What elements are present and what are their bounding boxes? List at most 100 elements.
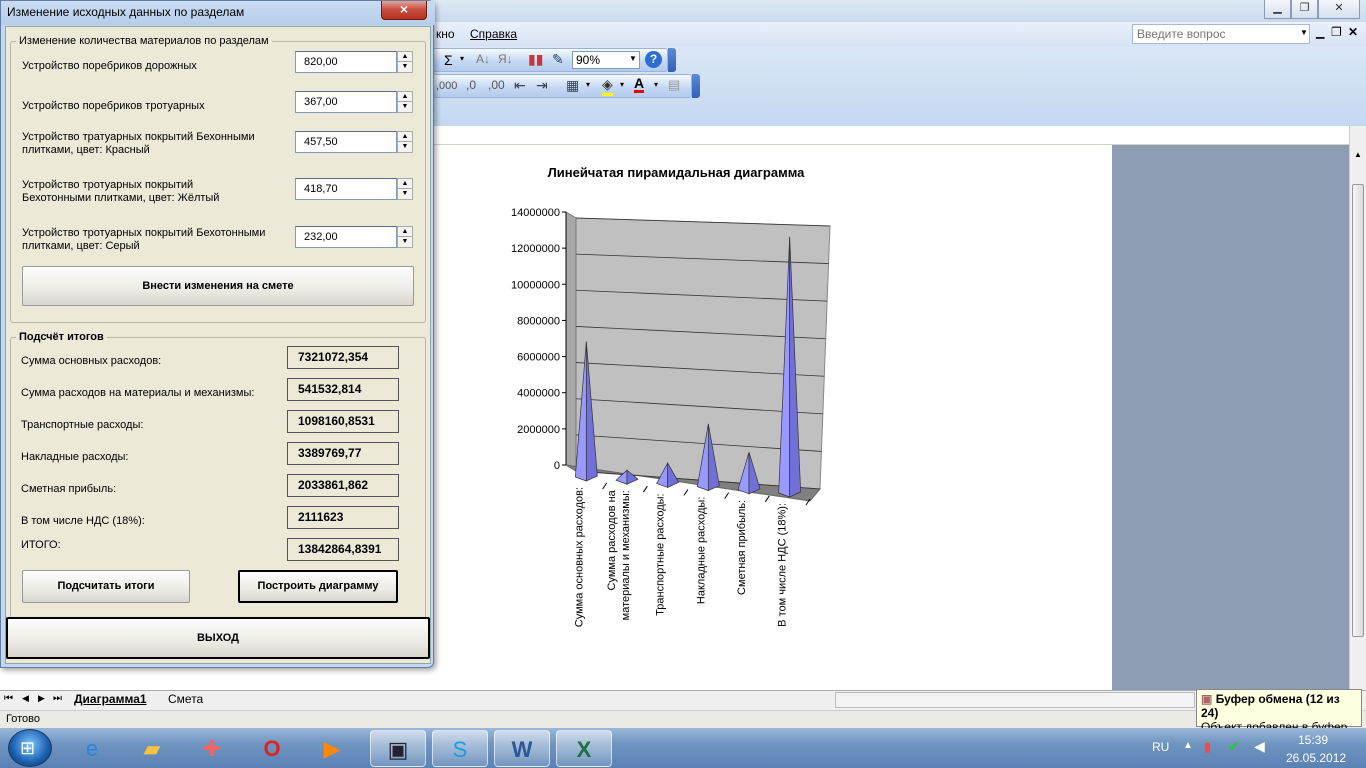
material-spinner[interactable]: ▲ ▼ [397, 226, 413, 248]
horizontal-scrollbar[interactable] [835, 692, 1195, 708]
drawing-icon[interactable]: ✎ [552, 51, 564, 68]
next-sheet-icon[interactable]: ▶ [38, 693, 45, 704]
material-input[interactable]: 457,50 [295, 131, 397, 153]
format-painter-icon[interactable]: ▤ [668, 77, 680, 93]
sort-asc-icon[interactable]: A↓ [476, 52, 490, 66]
clipboard-notification[interactable]: ▣ Буфер обмена (12 из 24) Объект добавле… [1196, 689, 1362, 734]
restore-icon[interactable]: ❐ [1291, 0, 1318, 19]
pyramid-chart: Линейчатая пирамидальная диаграмма 0 20000… [511, 165, 831, 627]
dialog-title: Изменение исходных данных по разделам [7, 5, 245, 19]
toolbar-grip-icon[interactable] [668, 48, 676, 72]
chevron-down-icon[interactable]: ▼ [1300, 28, 1308, 37]
scroll-up-icon[interactable]: ▲ [1354, 150, 1362, 159]
material-spinner[interactable]: ▲ ▼ [397, 131, 413, 153]
internet-explorer-icon[interactable]: e [64, 730, 120, 767]
apply-changes-button[interactable]: Внести изменения на смете [22, 266, 414, 306]
doc-restore-icon[interactable]: ❐ [1331, 25, 1342, 39]
spin-up-icon[interactable]: ▲ [398, 179, 412, 189]
windows-logo-icon: ⊞ [20, 738, 36, 758]
spin-up-icon[interactable]: ▲ [398, 132, 412, 142]
last-sheet-icon[interactable]: ⏭ [53, 693, 62, 704]
fill-color-icon[interactable]: ◈ [602, 76, 613, 96]
font-color-icon[interactable]: A [634, 76, 645, 93]
material-spinner[interactable]: ▲ ▼ [397, 178, 413, 200]
start-button[interactable]: ⊞ [8, 729, 52, 767]
skype-icon[interactable]: S [432, 730, 488, 767]
build-chart-button[interactable]: Построить диаграмму [238, 570, 398, 603]
x-category-label: В том числе НДС (18%): [777, 503, 789, 627]
spin-up-icon[interactable]: ▲ [398, 92, 412, 102]
excel-icon[interactable]: X [556, 730, 612, 767]
close-window-icon[interactable]: ✕ [1318, 0, 1360, 19]
ask-question-input[interactable]: Введите вопрос [1132, 24, 1310, 44]
material-input[interactable]: 367,00 [295, 91, 397, 113]
spin-down-icon[interactable]: ▼ [398, 237, 412, 247]
chevron-down-icon[interactable]: ▾ [620, 80, 624, 89]
material-spinner[interactable]: ▲ ▼ [397, 91, 413, 113]
minimize-icon[interactable]: ▁ [1264, 0, 1291, 19]
material-input[interactable]: 418,70 [295, 178, 397, 200]
doc-close-icon[interactable]: ✕ [1348, 25, 1358, 39]
calculate-totals-button[interactable]: Подсчитать итоги [22, 570, 190, 603]
tool-icon[interactable]: ✚ [184, 730, 240, 767]
spin-up-icon[interactable]: ▲ [398, 52, 412, 62]
materials-group-label: Изменение количества материалов по разде… [16, 35, 272, 47]
chevron-down-icon[interactable]: ▼ [629, 54, 637, 63]
menu-help[interactable]: Справка [470, 27, 517, 41]
toolbar-grip-icon[interactable] [692, 74, 700, 98]
doc-minimize-icon[interactable]: ▁ [1316, 26, 1324, 39]
first-sheet-icon[interactable]: ⏮ [4, 693, 13, 704]
vertical-scrollbar[interactable]: ▲ [1349, 126, 1366, 690]
opera-icon[interactable]: O [244, 730, 300, 767]
edit-data-dialog: Изменение исходных данных по разделам × … [0, 0, 435, 668]
chevron-down-icon[interactable]: ▾ [460, 54, 464, 63]
tab-smeta[interactable]: Смета [168, 692, 203, 706]
total-value: 7321072,354 [287, 346, 399, 369]
borders-icon[interactable]: ▦ [566, 77, 579, 94]
total-label: Накладные расходы: [21, 451, 129, 463]
material-label: Устройство поребриков тротуарных [22, 100, 205, 112]
chart-wizard-icon[interactable]: ▮▮ [528, 51, 543, 68]
network-icon[interactable]: ▮ [1204, 739, 1211, 755]
save-icon[interactable]: ▣ [370, 730, 426, 767]
chevron-down-icon[interactable]: ▾ [654, 80, 658, 89]
folder-icon[interactable]: ▰ [124, 730, 180, 767]
language-indicator[interactable]: RU [1152, 740, 1169, 754]
scroll-thumb[interactable] [1352, 184, 1364, 637]
tray-arrow-icon[interactable]: ▲ [1183, 740, 1193, 751]
spin-down-icon[interactable]: ▼ [398, 62, 412, 72]
spin-up-icon[interactable]: ▲ [398, 227, 412, 237]
thousands-icon[interactable]: ,000 [436, 80, 457, 92]
spin-down-icon[interactable]: ▼ [398, 142, 412, 152]
close-icon[interactable]: × [381, 1, 427, 20]
material-spinner[interactable]: ▲ ▼ [397, 51, 413, 73]
x-category-label: Накладные расходы: [695, 497, 707, 604]
y-tick-label: 10000000 [511, 279, 560, 291]
update-icon[interactable]: ✔ [1228, 738, 1240, 755]
media-player-icon[interactable]: ▶ [304, 730, 360, 767]
menu-window[interactable]: кно [436, 27, 455, 41]
word-icon[interactable]: W [494, 730, 550, 767]
tab-diagram1[interactable]: Диаграмма1 [74, 692, 147, 706]
x-category-label-line: материалы и механизмы: [620, 490, 632, 620]
decrease-indent-icon[interactable]: ⇤ [514, 77, 526, 94]
spin-down-icon[interactable]: ▼ [398, 189, 412, 199]
clock-time[interactable]: 15:39 [1298, 733, 1328, 747]
increase-decimal-icon[interactable]: ,00 [488, 78, 505, 92]
clock-date[interactable]: 26.05.2012 [1286, 751, 1346, 765]
sort-desc-icon[interactable]: Я↓ [498, 52, 513, 66]
total-label: Сумма основных расходов: [21, 355, 162, 367]
material-input[interactable]: 820,00 [295, 51, 397, 73]
total-label: Сметная прибыль: [21, 483, 117, 495]
help-icon[interactable]: ? [645, 51, 662, 68]
sum-icon[interactable]: Σ [444, 52, 453, 68]
chevron-down-icon[interactable]: ▾ [586, 80, 590, 89]
x-category-label: Транспортные расходы: [655, 493, 667, 615]
spin-down-icon[interactable]: ▼ [398, 102, 412, 112]
exit-button[interactable]: ВЫХОД [6, 617, 430, 659]
prev-sheet-icon[interactable]: ◀ [22, 693, 29, 704]
decrease-decimal-icon[interactable]: ,0 [466, 78, 476, 92]
increase-indent-icon[interactable]: ⇥ [536, 77, 548, 94]
volume-icon[interactable]: ◀ [1254, 738, 1265, 755]
material-input[interactable]: 232,00 [295, 226, 397, 248]
